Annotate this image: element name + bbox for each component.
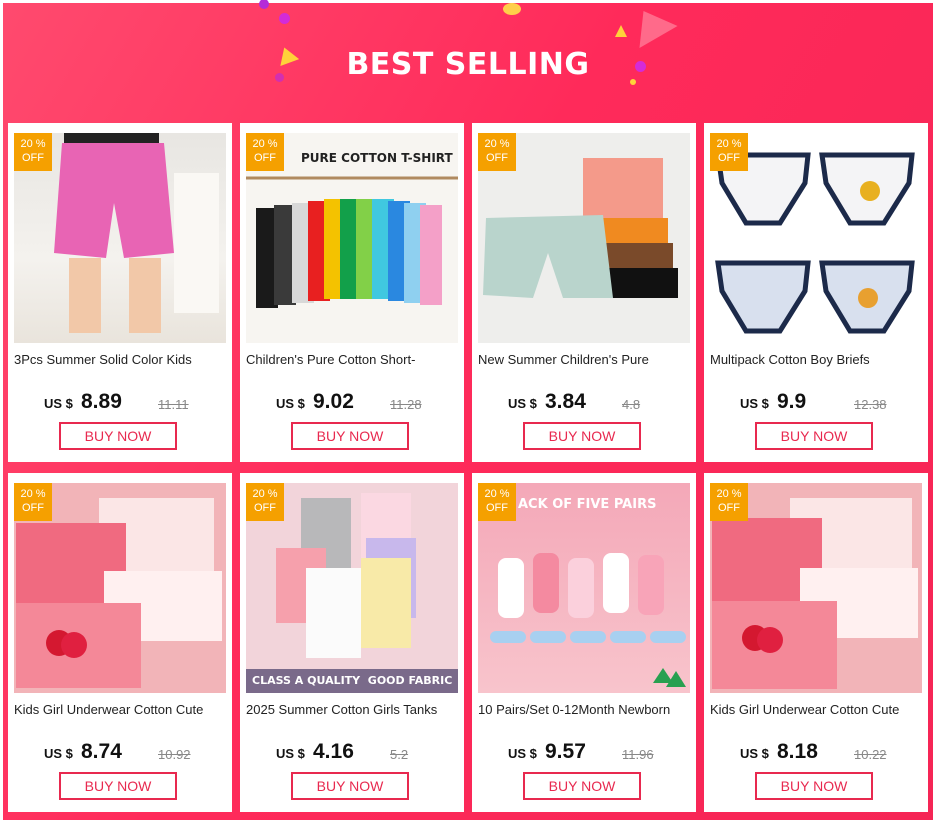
product-title[interactable]: Children's Pure Cotton Short- (246, 352, 460, 367)
sale-price: 8.89 (81, 390, 122, 413)
product-card[interactable]: 20 % OFF Kids Girl Underwear Cotton Cute … (704, 473, 928, 812)
discount-badge: 20 % OFF (478, 133, 516, 171)
price-row: US $ 8.89 11.11 (8, 390, 232, 414)
confetti-dot (503, 3, 521, 15)
confetti-triangle (624, 0, 678, 48)
currency-label: US $ (740, 746, 769, 761)
product-card[interactable]: PURE COTTON T-SHIRT 20 % OFF Children's P… (240, 123, 464, 462)
sale-price: 9.57 (545, 740, 586, 763)
original-price: 4.8 (622, 397, 641, 412)
product-title[interactable]: 2025 Summer Cotton Girls Tanks (246, 702, 460, 717)
buy-now-button[interactable]: BUY NOW (755, 772, 873, 800)
product-card[interactable]: 20 % OFF Multipack Cotton Boy Briefs US $… (704, 123, 928, 462)
currency-label: US $ (276, 396, 305, 411)
product-card[interactable]: 20 % OFF 3Pcs Summer Solid Color Kids US … (8, 123, 232, 462)
product-title[interactable]: Kids Girl Underwear Cotton Cute (14, 702, 228, 717)
product-title[interactable]: New Summer Children's Pure (478, 352, 692, 367)
price-row: US $ 3.84 4.8 (472, 390, 696, 414)
confetti-triangle (615, 25, 627, 37)
sale-price: 4.16 (313, 740, 354, 763)
price-row: US $ 9.02 11.28 (240, 390, 464, 414)
best-selling-frame: BEST SELLING 20 % OFF 3Pcs Summer Solid C… (3, 0, 933, 820)
original-price: 11.96 (622, 747, 654, 762)
product-title[interactable]: Multipack Cotton Boy Briefs (710, 352, 924, 367)
image-caption: ACK OF FIVE PAIRS (518, 497, 657, 512)
discount-badge: 20 % OFF (246, 133, 284, 171)
product-card[interactable]: 20 % OFF Kids Girl Underwear Cotton Cute … (8, 473, 232, 812)
image-caption: CLASS A QUALITY GOOD FABRIC (252, 674, 453, 687)
buy-now-button[interactable]: BUY NOW (291, 422, 409, 450)
buy-now-button[interactable]: BUY NOW (755, 422, 873, 450)
image-caption: PURE COTTON T-SHIRT (301, 151, 453, 165)
price-row: US $ 8.74 10.92 (8, 740, 232, 764)
discount-badge: 20 % OFF (246, 483, 284, 521)
sale-price: 9.9 (777, 390, 807, 413)
original-price: 11.28 (390, 397, 422, 412)
discount-badge: 20 % OFF (710, 133, 748, 171)
banner-title: BEST SELLING (346, 47, 590, 82)
currency-label: US $ (508, 396, 537, 411)
confetti-dot (259, 0, 269, 9)
product-card[interactable]: ACK OF FIVE PAIRS 20 % OFF 10 Pairs/Set 0… (472, 473, 696, 812)
product-card[interactable]: CLASS A QUALITY GOOD FABRIC 20 % OFF 2025… (240, 473, 464, 812)
buy-now-button[interactable]: BUY NOW (291, 772, 409, 800)
currency-label: US $ (44, 396, 73, 411)
sale-price: 3.84 (545, 390, 586, 413)
price-row: US $ 8.18 10.22 (704, 740, 928, 764)
price-row: US $ 9.9 12.38 (704, 390, 928, 414)
product-title[interactable]: 3Pcs Summer Solid Color Kids (14, 352, 228, 367)
original-price: 10.22 (854, 747, 887, 762)
buy-now-button[interactable]: BUY NOW (59, 422, 177, 450)
original-price: 10.92 (158, 747, 191, 762)
sale-price: 8.18 (777, 740, 818, 763)
price-row: US $ 4.16 5.2 (240, 740, 464, 764)
buy-now-button[interactable]: BUY NOW (59, 772, 177, 800)
sale-price: 9.02 (313, 390, 354, 413)
currency-label: US $ (44, 746, 73, 761)
discount-badge: 20 % OFF (478, 483, 516, 521)
buy-now-button[interactable]: BUY NOW (523, 422, 641, 450)
confetti-dot (279, 13, 290, 24)
sale-price: 8.74 (81, 740, 122, 763)
currency-label: US $ (740, 396, 769, 411)
price-row: US $ 9.57 11.96 (472, 740, 696, 764)
buy-now-button[interactable]: BUY NOW (523, 772, 641, 800)
product-title[interactable]: 10 Pairs/Set 0-12Month Newborn (478, 702, 692, 717)
discount-badge: 20 % OFF (14, 133, 52, 171)
currency-label: US $ (276, 746, 305, 761)
currency-label: US $ (508, 746, 537, 761)
original-price: 11.11 (158, 397, 189, 412)
original-price: 5.2 (390, 747, 409, 762)
original-price: 12.38 (854, 397, 887, 412)
product-title[interactable]: Kids Girl Underwear Cotton Cute (710, 702, 924, 717)
discount-badge: 20 % OFF (14, 483, 52, 521)
product-card[interactable]: 20 % OFF New Summer Children's Pure US $ … (472, 123, 696, 462)
banner: BEST SELLING (3, 0, 933, 121)
discount-badge: 20 % OFF (710, 483, 748, 521)
